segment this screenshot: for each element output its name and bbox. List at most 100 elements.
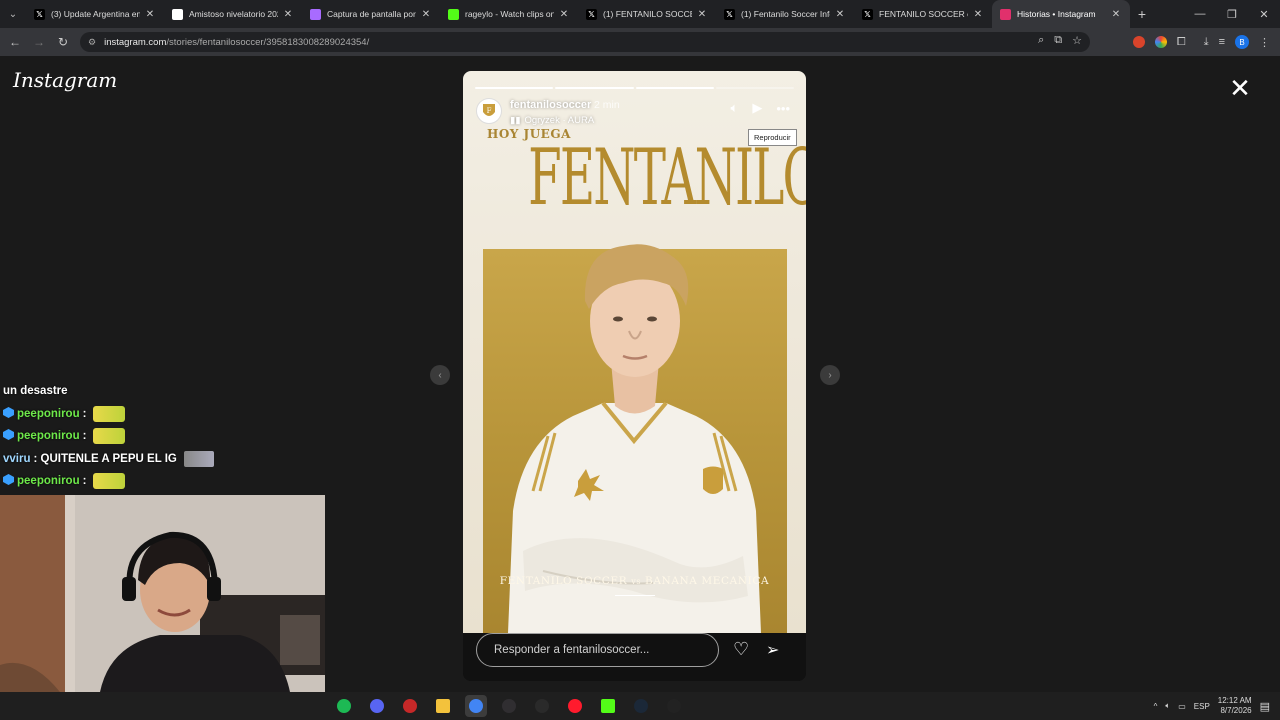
opera-icon[interactable]	[564, 695, 586, 717]
club-crest-icon: F	[483, 104, 495, 116]
story-music[interactable]: ▮▮ Ogryzek · AURA	[510, 115, 594, 126]
close-tab-icon[interactable]: ✕	[420, 9, 432, 20]
browser-tab[interactable]: Historias • Instagram ✕	[992, 0, 1130, 28]
poster-divider	[615, 595, 655, 596]
like-heart-icon[interactable]: ♡	[733, 639, 749, 660]
install-icon[interactable]: ⧉	[1054, 34, 1062, 47]
close-tab-icon[interactable]: ✕	[282, 9, 294, 20]
minimize-button[interactable]: —	[1184, 0, 1216, 28]
instagram-logo[interactable]: Instagram	[13, 68, 117, 92]
chat-message: un desastre	[3, 380, 323, 403]
steam-icon[interactable]	[630, 695, 652, 717]
chat-username[interactable]: peeponirou	[17, 475, 80, 487]
new-tab-button[interactable]: +	[1130, 6, 1154, 22]
network-icon[interactable]: ▭	[1178, 702, 1186, 711]
chat-username[interactable]: vviru	[3, 453, 31, 465]
browser-tab[interactable]: Amistoso nivelatorio 2026 ✕	[164, 0, 302, 28]
notifications-icon[interactable]: ▤	[1260, 700, 1270, 713]
music-bars-icon: ▮▮	[510, 115, 521, 126]
story-header: F fentanilosoccer 2 min ▮▮ Ogryzek · AUR…	[476, 98, 796, 132]
bookmark-star-icon[interactable]: ☆	[1072, 34, 1082, 47]
close-window-button[interactable]: ✕	[1248, 0, 1280, 28]
browser-tab[interactable]: Captura de pantalla por L ✕	[302, 0, 440, 28]
chat-username[interactable]: peeponirou	[17, 430, 80, 442]
address-bar[interactable]: ⚙ instagram.com/stories/fentanilosoccer/…	[80, 32, 1090, 52]
tab-title: (1) FENTANILO SOCCER en	[603, 9, 692, 19]
story-footer: Responder a fentanilosoccer... ♡ ➢	[463, 633, 806, 681]
versus: vs	[631, 577, 642, 586]
toolbar: ← → ↻ ⚙ instagram.com/stories/fentanilos…	[0, 28, 1280, 56]
tab-title: Amistoso nivelatorio 2026	[189, 9, 278, 19]
x-icon: 𝕏	[724, 8, 735, 20]
clock-time: 12:12 AM	[1217, 696, 1252, 705]
close-tab-icon[interactable]: ✕	[696, 9, 708, 20]
browser-tab[interactable]: rageylo - Watch clips on K ✕	[440, 0, 578, 28]
forward-button[interactable]: →	[27, 28, 51, 56]
kick-badge-icon	[3, 429, 14, 443]
restore-button[interactable]: ❐	[1216, 0, 1248, 28]
speaker-icon[interactable]: 🔈︎	[1165, 701, 1170, 711]
reply-input[interactable]: Responder a fentanilosoccer...	[476, 633, 719, 667]
chat-message: peeponirou :	[3, 403, 323, 426]
close-tab-icon[interactable]: ✕	[972, 9, 984, 20]
music-track-label: Ogryzek · AURA	[524, 115, 595, 126]
zoom-icon[interactable]: ⌕	[1038, 34, 1044, 47]
spotify-icon[interactable]	[333, 695, 355, 717]
chat-username[interactable]: peeponirou	[17, 408, 80, 420]
window-controls: — ❐ ✕	[1184, 0, 1280, 28]
discord-icon[interactable]	[366, 695, 388, 717]
close-tab-icon[interactable]: ✕	[834, 9, 846, 20]
browser-tab[interactable]: 𝕏 (1) Fentanilo Soccer Info en ✕	[716, 0, 854, 28]
story-progress-segment	[475, 87, 554, 89]
obs-icon[interactable]	[498, 695, 520, 717]
reload-button[interactable]: ↻	[51, 28, 75, 56]
browser-tab[interactable]: 𝕏 FENTANILO SOCCER en X ✕	[854, 0, 992, 28]
story-username[interactable]: fentanilosoccer	[510, 99, 591, 111]
kick-icon[interactable]	[597, 695, 619, 717]
app-icon[interactable]	[531, 695, 553, 717]
browser-tab[interactable]: 𝕏 (1) FENTANILO SOCCER en ✕	[578, 0, 716, 28]
back-button[interactable]: ←	[3, 28, 27, 56]
play-icon[interactable]: ▶	[752, 100, 762, 116]
webcam-feed	[0, 495, 325, 692]
menu-kebab-icon[interactable]: ⋮	[1259, 36, 1270, 49]
site-info-icon[interactable]: ⚙	[88, 37, 96, 48]
media-control-icon[interactable]: ≡	[1219, 36, 1225, 48]
language-indicator[interactable]: ESP	[1194, 702, 1210, 711]
game-icon[interactable]	[663, 695, 685, 717]
previous-story-arrow-icon[interactable]: ‹	[430, 365, 450, 385]
windows-taskbar: ^ 🔈︎ ▭ ESP 12:12 AM 8/7/2026 ▤	[0, 692, 1280, 720]
close-tab-icon[interactable]: ✕	[1110, 9, 1122, 20]
tab-strip: ⌄ 𝕏 (3) Update Argentina en X ✕ Amistoso ni…	[0, 0, 1280, 28]
story-timestamp: 2 min	[594, 99, 620, 111]
story-avatar[interactable]: F	[476, 98, 502, 124]
rec-icon[interactable]	[399, 695, 421, 717]
more-options-icon[interactable]: •••	[776, 101, 790, 116]
story-viewer[interactable]: HOY JUEGA FENTANILO FENTANILO SOCCER vs …	[463, 71, 806, 681]
extension-color-icon[interactable]	[1154, 36, 1167, 48]
chat-text: : QUITENLE A PEPU EL IG	[33, 452, 177, 465]
close-tab-icon[interactable]: ✕	[144, 9, 156, 20]
close-story-button[interactable]: ✕	[1228, 75, 1252, 101]
chat-text: :	[82, 407, 87, 420]
webcam-image	[0, 495, 325, 692]
site-icon	[172, 8, 183, 20]
chrome-icon[interactable]	[465, 695, 487, 717]
folder-icon[interactable]	[432, 695, 454, 717]
instagram-icon	[1000, 8, 1011, 20]
share-send-icon[interactable]: ➢	[766, 640, 779, 660]
next-story-arrow-icon[interactable]: ›	[820, 365, 840, 385]
volume-icon[interactable]: 🔈︎	[731, 100, 739, 116]
close-tab-icon[interactable]: ✕	[558, 9, 570, 20]
chat-emote	[93, 428, 126, 445]
extensions-puzzle-icon[interactable]: ⧠	[1177, 36, 1186, 49]
tab-search-button[interactable]: ⌄	[0, 0, 26, 28]
tray-chevron-icon[interactable]: ^	[1154, 702, 1158, 711]
stream-chat-overlay: un desastre peeponirou : peeponirou : vviru…	[3, 380, 323, 493]
url-path: /stories/fentanilosoccer/395818300828902…	[166, 36, 370, 48]
download-icon[interactable]: ⤓	[1204, 36, 1209, 49]
extension-red-icon[interactable]	[1132, 36, 1145, 48]
browser-tab[interactable]: 𝕏 (3) Update Argentina en X ✕	[26, 0, 164, 28]
clock[interactable]: 12:12 AM 8/7/2026	[1218, 696, 1252, 716]
profile-avatar[interactable]: B	[1235, 35, 1249, 49]
